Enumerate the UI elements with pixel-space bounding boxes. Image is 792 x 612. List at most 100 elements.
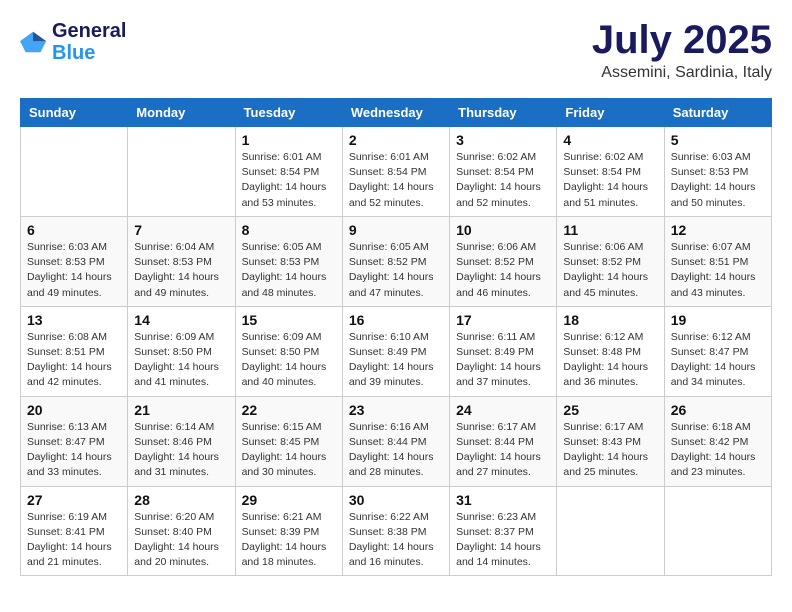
cell-content: Sunrise: 6:21 AM Sunset: 8:39 PM Dayligh… — [242, 510, 336, 571]
day-number: 29 — [242, 492, 336, 508]
day-number: 23 — [349, 402, 443, 418]
calendar-cell: 28Sunrise: 6:20 AM Sunset: 8:40 PM Dayli… — [128, 486, 235, 576]
day-number: 20 — [27, 402, 121, 418]
cell-content: Sunrise: 6:12 AM Sunset: 8:47 PM Dayligh… — [671, 330, 765, 391]
cell-content: Sunrise: 6:17 AM Sunset: 8:44 PM Dayligh… — [456, 420, 550, 481]
cell-content: Sunrise: 6:12 AM Sunset: 8:48 PM Dayligh… — [563, 330, 657, 391]
calendar-cell: 12 Sunrise: 6:07 AM Sunset: 8:51 PM Dayli… — [664, 216, 771, 306]
cell-content: Sunrise: 6:03 AM Sunset: 8:53 PM Dayligh… — [27, 240, 121, 301]
calendar-cell: 22 Sunrise: 6:15 AM Sunset: 8:45 PM Dayli… — [235, 396, 342, 486]
calendar-cell: 20 Sunrise: 6:13 AM Sunset: 8:47 PM Dayli… — [21, 396, 128, 486]
weekday-header: Thursday — [450, 99, 557, 127]
calendar-cell: 24 Sunrise: 6:17 AM Sunset: 8:44 PM Dayli… — [450, 396, 557, 486]
cell-content: Sunrise: 6:01 AM Sunset: 8:54 PM Dayligh… — [242, 150, 336, 211]
day-number: 15 — [242, 312, 336, 328]
calendar-cell: 27 Sunrise: 6:19 AM Sunset: 8:41 PM Dayli… — [21, 486, 128, 576]
cell-content: Sunrise: 6:11 AM Sunset: 8:49 PM Dayligh… — [456, 330, 550, 391]
cell-content: Sunrise: 6:04 AM Sunset: 8:53 PM Dayligh… — [134, 240, 228, 301]
day-number: 24 — [456, 402, 550, 418]
calendar-week-row: 13 Sunrise: 6:08 AM Sunset: 8:51 PM Dayli… — [21, 306, 772, 396]
calendar-cell: 31Sunrise: 6:23 AM Sunset: 8:37 PM Dayli… — [450, 486, 557, 576]
cell-content: Sunrise: 6:08 AM Sunset: 8:51 PM Dayligh… — [27, 330, 121, 391]
location-subtitle: Assemini, Sardinia, Italy — [592, 64, 772, 82]
calendar-cell — [664, 486, 771, 576]
cell-content: Sunrise: 6:05 AM Sunset: 8:53 PM Dayligh… — [242, 240, 336, 301]
cell-content: Sunrise: 6:14 AM Sunset: 8:46 PM Dayligh… — [134, 420, 228, 481]
calendar-cell: 16 Sunrise: 6:10 AM Sunset: 8:49 PM Dayli… — [342, 306, 449, 396]
day-number: 8 — [242, 222, 336, 238]
day-number: 5 — [671, 132, 765, 148]
weekday-header: Saturday — [664, 99, 771, 127]
calendar-cell: 9Sunrise: 6:05 AM Sunset: 8:52 PM Daylig… — [342, 216, 449, 306]
weekday-header: Friday — [557, 99, 664, 127]
calendar-cell: 13 Sunrise: 6:08 AM Sunset: 8:51 PM Dayli… — [21, 306, 128, 396]
calendar-cell: 17 Sunrise: 6:11 AM Sunset: 8:49 PM Dayli… — [450, 306, 557, 396]
day-number: 16 — [349, 312, 443, 328]
day-number: 27 — [27, 492, 121, 508]
calendar-cell: 7 Sunrise: 6:04 AM Sunset: 8:53 PM Daylig… — [128, 216, 235, 306]
day-number: 31 — [456, 492, 550, 508]
cell-content: Sunrise: 6:07 AM Sunset: 8:51 PM Dayligh… — [671, 240, 765, 301]
cell-content: Sunrise: 6:05 AM Sunset: 8:52 PM Dayligh… — [349, 240, 443, 301]
cell-content: Sunrise: 6:02 AM Sunset: 8:54 PM Dayligh… — [563, 150, 657, 211]
calendar-cell: 14 Sunrise: 6:09 AM Sunset: 8:50 PM Dayli… — [128, 306, 235, 396]
day-number: 19 — [671, 312, 765, 328]
day-number: 14 — [134, 312, 228, 328]
day-number: 30 — [349, 492, 443, 508]
cell-content: Sunrise: 6:19 AM Sunset: 8:41 PM Dayligh… — [27, 510, 121, 571]
day-number: 1 — [242, 132, 336, 148]
day-number: 3 — [456, 132, 550, 148]
day-number: 12 — [671, 222, 765, 238]
calendar-week-row: 6 Sunrise: 6:03 AM Sunset: 8:53 PM Daylig… — [21, 216, 772, 306]
day-number: 26 — [671, 402, 765, 418]
day-number: 10 — [456, 222, 550, 238]
day-number: 6 — [27, 222, 121, 238]
calendar-cell: 19 Sunrise: 6:12 AM Sunset: 8:47 PM Dayli… — [664, 306, 771, 396]
weekday-header: Sunday — [21, 99, 128, 127]
calendar-cell: 25Sunrise: 6:17 AM Sunset: 8:43 PM Dayli… — [557, 396, 664, 486]
day-number: 2 — [349, 132, 443, 148]
calendar-cell — [557, 486, 664, 576]
calendar-cell: 6 Sunrise: 6:03 AM Sunset: 8:53 PM Daylig… — [21, 216, 128, 306]
calendar-cell: 1 Sunrise: 6:01 AM Sunset: 8:54 PM Daylig… — [235, 127, 342, 217]
cell-content: Sunrise: 6:09 AM Sunset: 8:50 PM Dayligh… — [242, 330, 336, 391]
day-number: 17 — [456, 312, 550, 328]
logo-text: GeneralBlue — [52, 20, 126, 64]
calendar-cell: 3 Sunrise: 6:02 AM Sunset: 8:54 PM Daylig… — [450, 127, 557, 217]
page-header: GeneralBlue July 2025 Assemini, Sardinia… — [20, 20, 772, 82]
calendar-week-row: 27 Sunrise: 6:19 AM Sunset: 8:41 PM Dayli… — [21, 486, 772, 576]
calendar-cell: 2 Sunrise: 6:01 AM Sunset: 8:54 PM Daylig… — [342, 127, 449, 217]
day-number: 18 — [563, 312, 657, 328]
day-number: 25 — [563, 402, 657, 418]
calendar-cell: 29 Sunrise: 6:21 AM Sunset: 8:39 PM Dayli… — [235, 486, 342, 576]
month-title: July 2025 — [592, 20, 772, 60]
day-number: 21 — [134, 402, 228, 418]
cell-content: Sunrise: 6:09 AM Sunset: 8:50 PM Dayligh… — [134, 330, 228, 391]
calendar-cell: 5 Sunrise: 6:03 AM Sunset: 8:53 PM Daylig… — [664, 127, 771, 217]
cell-content: Sunrise: 6:02 AM Sunset: 8:54 PM Dayligh… — [456, 150, 550, 211]
cell-content: Sunrise: 6:10 AM Sunset: 8:49 PM Dayligh… — [349, 330, 443, 391]
calendar-cell: 10Sunrise: 6:06 AM Sunset: 8:52 PM Dayli… — [450, 216, 557, 306]
calendar-week-row: 20 Sunrise: 6:13 AM Sunset: 8:47 PM Dayli… — [21, 396, 772, 486]
title-block: July 2025 Assemini, Sardinia, Italy — [592, 20, 772, 82]
day-number: 7 — [134, 222, 228, 238]
cell-content: Sunrise: 6:22 AM Sunset: 8:38 PM Dayligh… — [349, 510, 443, 571]
cell-content: Sunrise: 6:13 AM Sunset: 8:47 PM Dayligh… — [27, 420, 121, 481]
cell-content: Sunrise: 6:16 AM Sunset: 8:44 PM Dayligh… — [349, 420, 443, 481]
calendar-cell: 11 Sunrise: 6:06 AM Sunset: 8:52 PM Dayli… — [557, 216, 664, 306]
calendar-header-row: SundayMondayTuesdayWednesdayThursdayFrid… — [21, 99, 772, 127]
cell-content: Sunrise: 6:06 AM Sunset: 8:52 PM Dayligh… — [563, 240, 657, 301]
weekday-header: Wednesday — [342, 99, 449, 127]
cell-content: Sunrise: 6:15 AM Sunset: 8:45 PM Dayligh… — [242, 420, 336, 481]
cell-content: Sunrise: 6:03 AM Sunset: 8:53 PM Dayligh… — [671, 150, 765, 211]
day-number: 22 — [242, 402, 336, 418]
calendar-cell: 8 Sunrise: 6:05 AM Sunset: 8:53 PM Daylig… — [235, 216, 342, 306]
day-number: 13 — [27, 312, 121, 328]
day-number: 11 — [563, 222, 657, 238]
calendar-cell — [21, 127, 128, 217]
cell-content: Sunrise: 6:20 AM Sunset: 8:40 PM Dayligh… — [134, 510, 228, 571]
calendar-cell: 26Sunrise: 6:18 AM Sunset: 8:42 PM Dayli… — [664, 396, 771, 486]
cell-content: Sunrise: 6:01 AM Sunset: 8:54 PM Dayligh… — [349, 150, 443, 211]
calendar-cell: 4Sunrise: 6:02 AM Sunset: 8:54 PM Daylig… — [557, 127, 664, 217]
calendar-cell — [128, 127, 235, 217]
